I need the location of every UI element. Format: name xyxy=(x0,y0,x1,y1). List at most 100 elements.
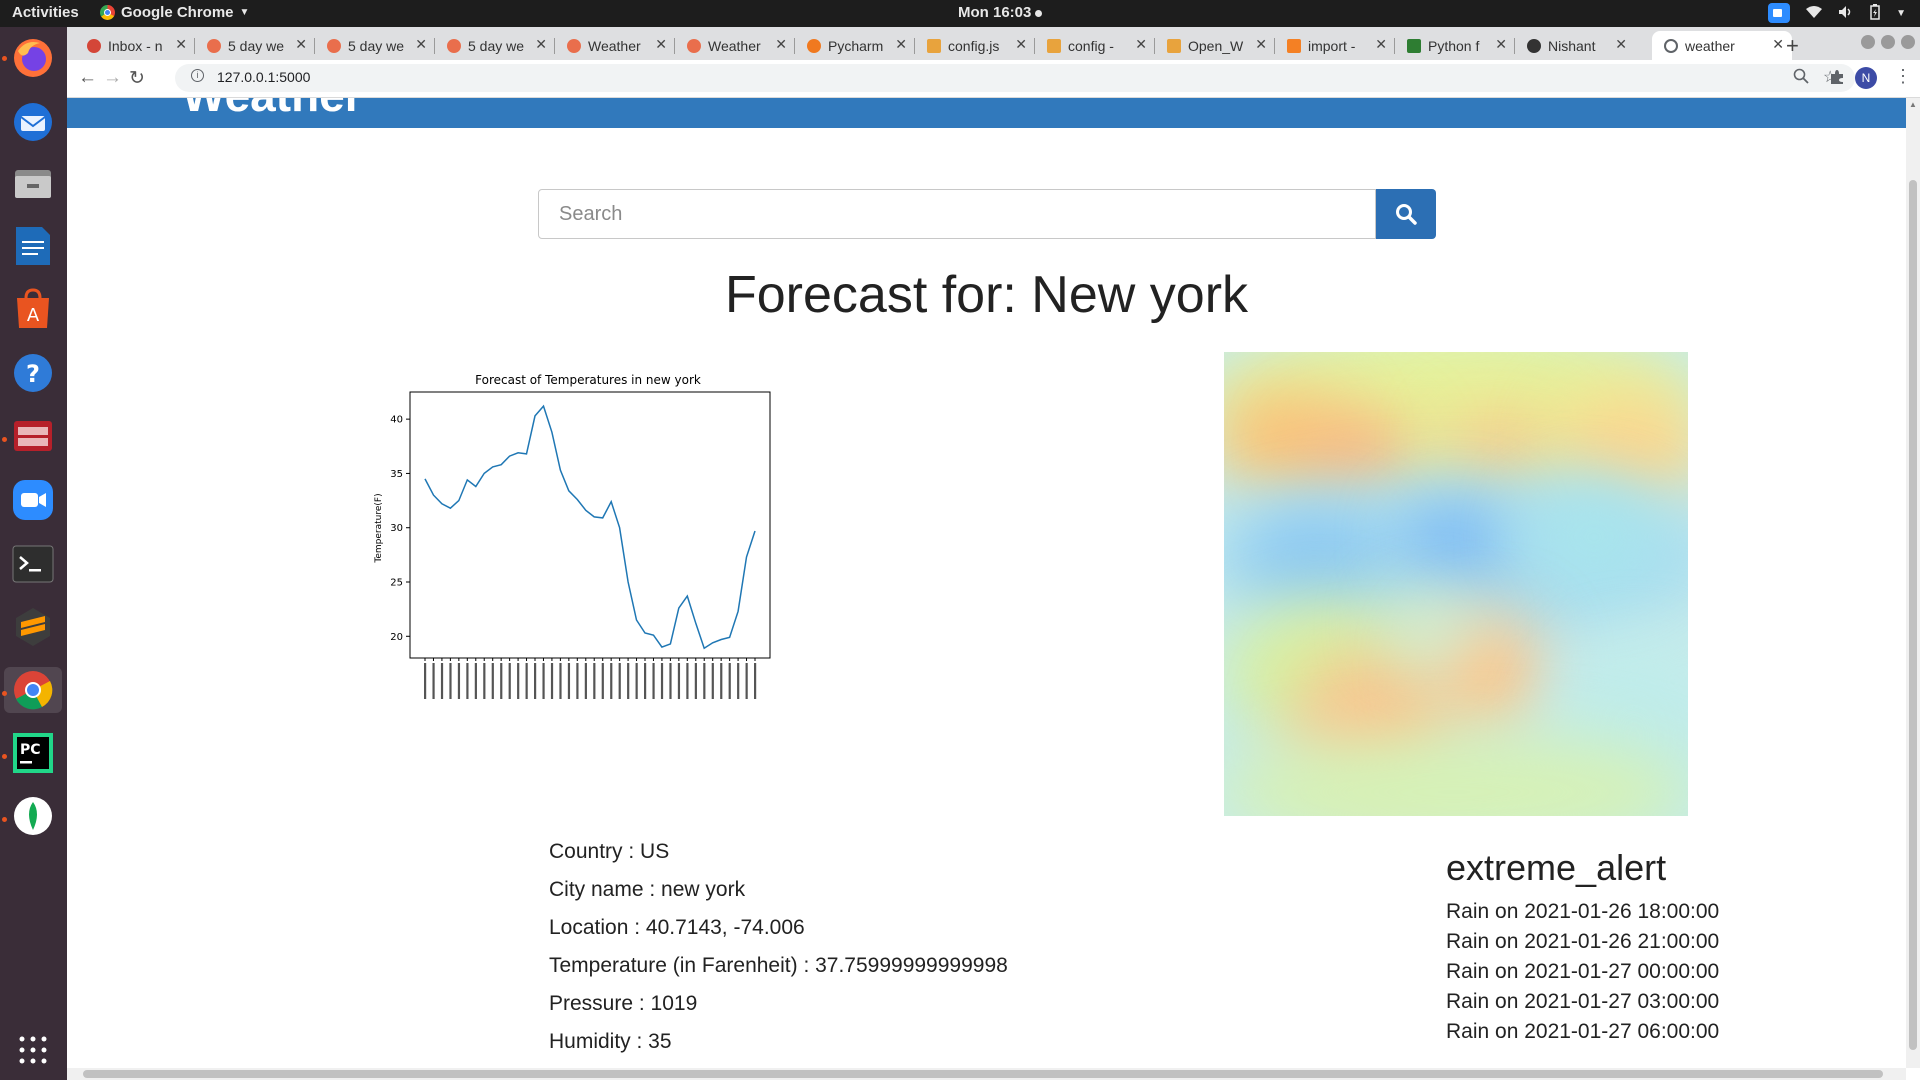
x-tick-label xyxy=(618,663,621,699)
reload-icon[interactable]: ↻ xyxy=(129,67,145,90)
clock[interactable]: Mon 16:03 xyxy=(958,4,1043,21)
close-tab-icon[interactable]: ✕ xyxy=(1495,36,1507,53)
clock-label: Mon 16:03 xyxy=(958,4,1032,21)
x-tick-label xyxy=(491,663,494,699)
profile-avatar[interactable]: N xyxy=(1855,67,1877,89)
address-bar[interactable]: i 127.0.0.1:5000 ☆ xyxy=(175,64,1855,92)
chrome-icon xyxy=(14,671,53,710)
more-menu-icon[interactable]: ⋮ xyxy=(1894,66,1912,87)
pycharm-icon[interactable]: PC xyxy=(10,730,56,776)
close-tab-icon[interactable]: ✕ xyxy=(1772,36,1784,53)
url-text[interactable]: 127.0.0.1:5000 xyxy=(217,69,310,85)
humidity-info: Humidity : 35 xyxy=(549,1030,672,1053)
writer-icon[interactable] xyxy=(10,223,56,269)
zoom-lens-icon[interactable] xyxy=(1793,68,1809,89)
battery-icon[interactable] xyxy=(1870,3,1880,23)
tab-label: 5 day we xyxy=(228,37,285,54)
activities-button[interactable]: Activities xyxy=(12,4,79,21)
search-input[interactable] xyxy=(538,189,1376,239)
weather-favicon-icon xyxy=(207,38,221,53)
vertical-scrollbar[interactable]: ▲ xyxy=(1906,98,1920,1068)
chart-y-axis-label: Temperature(F) xyxy=(374,493,384,563)
close-tab-icon[interactable]: ✕ xyxy=(175,36,187,53)
power-menu-chevron-icon[interactable]: ▼ xyxy=(1896,8,1906,19)
x-tick-label xyxy=(669,663,672,699)
browser-tab[interactable]: Weather ✕ xyxy=(675,31,795,60)
wifi-icon[interactable] xyxy=(1806,5,1823,22)
page-title: Forecast for: New york xyxy=(724,266,1249,324)
x-tick-label xyxy=(652,663,655,699)
chart-x-ticks xyxy=(424,658,757,699)
browser-tab[interactable]: 5 day we ✕ xyxy=(315,31,435,60)
browser-tab[interactable]: config.js ✕ xyxy=(915,31,1035,60)
close-tab-icon[interactable]: ✕ xyxy=(415,36,427,53)
close-tab-icon[interactable]: ✕ xyxy=(295,36,307,53)
close-tab-icon[interactable]: ✕ xyxy=(1135,36,1147,53)
browser-tab[interactable]: Inbox - n ✕ xyxy=(75,31,195,60)
close-tab-icon[interactable]: ✕ xyxy=(895,36,907,53)
new-tab-button[interactable]: + xyxy=(1786,33,1799,59)
red-app-icon[interactable] xyxy=(10,413,56,459)
browser-tab[interactable]: config - ✕ xyxy=(1035,31,1155,60)
mongodb-icon[interactable] xyxy=(10,793,56,839)
gmail-favicon-icon xyxy=(87,38,101,53)
help-icon[interactable]: ? xyxy=(10,350,56,396)
volume-icon[interactable] xyxy=(1838,5,1854,22)
horizontal-scroll-thumb[interactable] xyxy=(83,1070,1883,1078)
extensions-puzzle-icon[interactable] xyxy=(1829,69,1845,90)
app-menu[interactable]: Google Chrome ▼ xyxy=(100,4,249,21)
browser-tab[interactable]: 5 day we ✕ xyxy=(435,31,555,60)
thunderbird-icon[interactable] xyxy=(10,99,56,145)
close-tab-icon[interactable]: ✕ xyxy=(1255,36,1267,53)
software-center-icon[interactable]: A xyxy=(10,286,56,332)
tab-strip: Inbox - n ✕ 5 day we ✕ 5 day we ✕ 5 day we ✕… xyxy=(67,27,1920,60)
x-tick-label xyxy=(576,663,579,699)
terminal-icon[interactable] xyxy=(10,541,56,587)
close-tab-icon[interactable]: ✕ xyxy=(655,36,667,53)
browser-tab[interactable]: import - ✕ xyxy=(1275,31,1395,60)
maximize-window-button[interactable] xyxy=(1881,35,1895,49)
scroll-up-icon[interactable]: ▲ xyxy=(1909,100,1917,109)
chrome-icon xyxy=(100,5,115,20)
sublime-icon[interactable] xyxy=(10,604,56,650)
site-brand[interactable]: Weather xyxy=(182,98,363,122)
horizontal-scrollbar[interactable] xyxy=(67,1068,1906,1080)
info-icon[interactable]: i xyxy=(191,69,204,82)
close-window-button[interactable] xyxy=(1901,35,1915,49)
x-tick-label xyxy=(627,663,630,699)
close-tab-icon[interactable]: ✕ xyxy=(775,36,787,53)
browser-tab-active[interactable]: weather ✕ xyxy=(1652,31,1792,60)
browser-tab[interactable]: Weather ✕ xyxy=(555,31,675,60)
browser-tab[interactable]: Nishant ✕ xyxy=(1515,31,1635,60)
show-applications-icon[interactable] xyxy=(10,1027,56,1073)
alert-item: Rain on 2021-01-27 00:00:00 xyxy=(1446,960,1720,983)
close-tab-icon[interactable]: ✕ xyxy=(1615,36,1627,53)
vertical-scroll-thumb[interactable] xyxy=(1909,180,1917,1050)
close-tab-icon[interactable]: ✕ xyxy=(1015,36,1027,53)
tab-label: Inbox - n xyxy=(108,37,163,54)
zoom-icon[interactable] xyxy=(10,477,56,523)
alert-item: Rain on 2021-01-26 21:00:00 xyxy=(1446,930,1720,953)
zoom-tray-icon[interactable] xyxy=(1768,3,1791,23)
book-favicon-icon xyxy=(1167,38,1181,53)
browser-tab[interactable]: Open_W ✕ xyxy=(1155,31,1275,60)
browser-tab[interactable]: 5 day we ✕ xyxy=(195,31,315,60)
close-tab-icon[interactable]: ✕ xyxy=(1375,36,1387,53)
tab-label: import - xyxy=(1308,37,1356,54)
chrome-dock-item[interactable] xyxy=(4,667,62,713)
browser-tab[interactable]: Python f ✕ xyxy=(1395,31,1515,60)
close-tab-icon[interactable]: ✕ xyxy=(535,36,547,53)
search-button[interactable] xyxy=(1376,189,1436,239)
back-arrow-icon[interactable]: ← xyxy=(78,67,97,89)
tab-label: Open_W xyxy=(1188,37,1244,54)
files-icon[interactable] xyxy=(10,160,56,206)
forward-arrow-icon[interactable]: → xyxy=(103,67,122,89)
x-tick-label xyxy=(635,663,638,699)
weather-favicon-icon xyxy=(327,38,341,53)
browser-tab[interactable]: Pycharm ✕ xyxy=(795,31,915,60)
y-tick-label: 30 xyxy=(390,523,403,534)
system-tray[interactable]: ▼ xyxy=(1768,3,1906,23)
firefox-icon[interactable] xyxy=(10,35,56,81)
minimize-window-button[interactable] xyxy=(1861,35,1875,49)
temperature-info: Temperature (in Farenheit) : 37.75999999… xyxy=(549,954,1008,977)
